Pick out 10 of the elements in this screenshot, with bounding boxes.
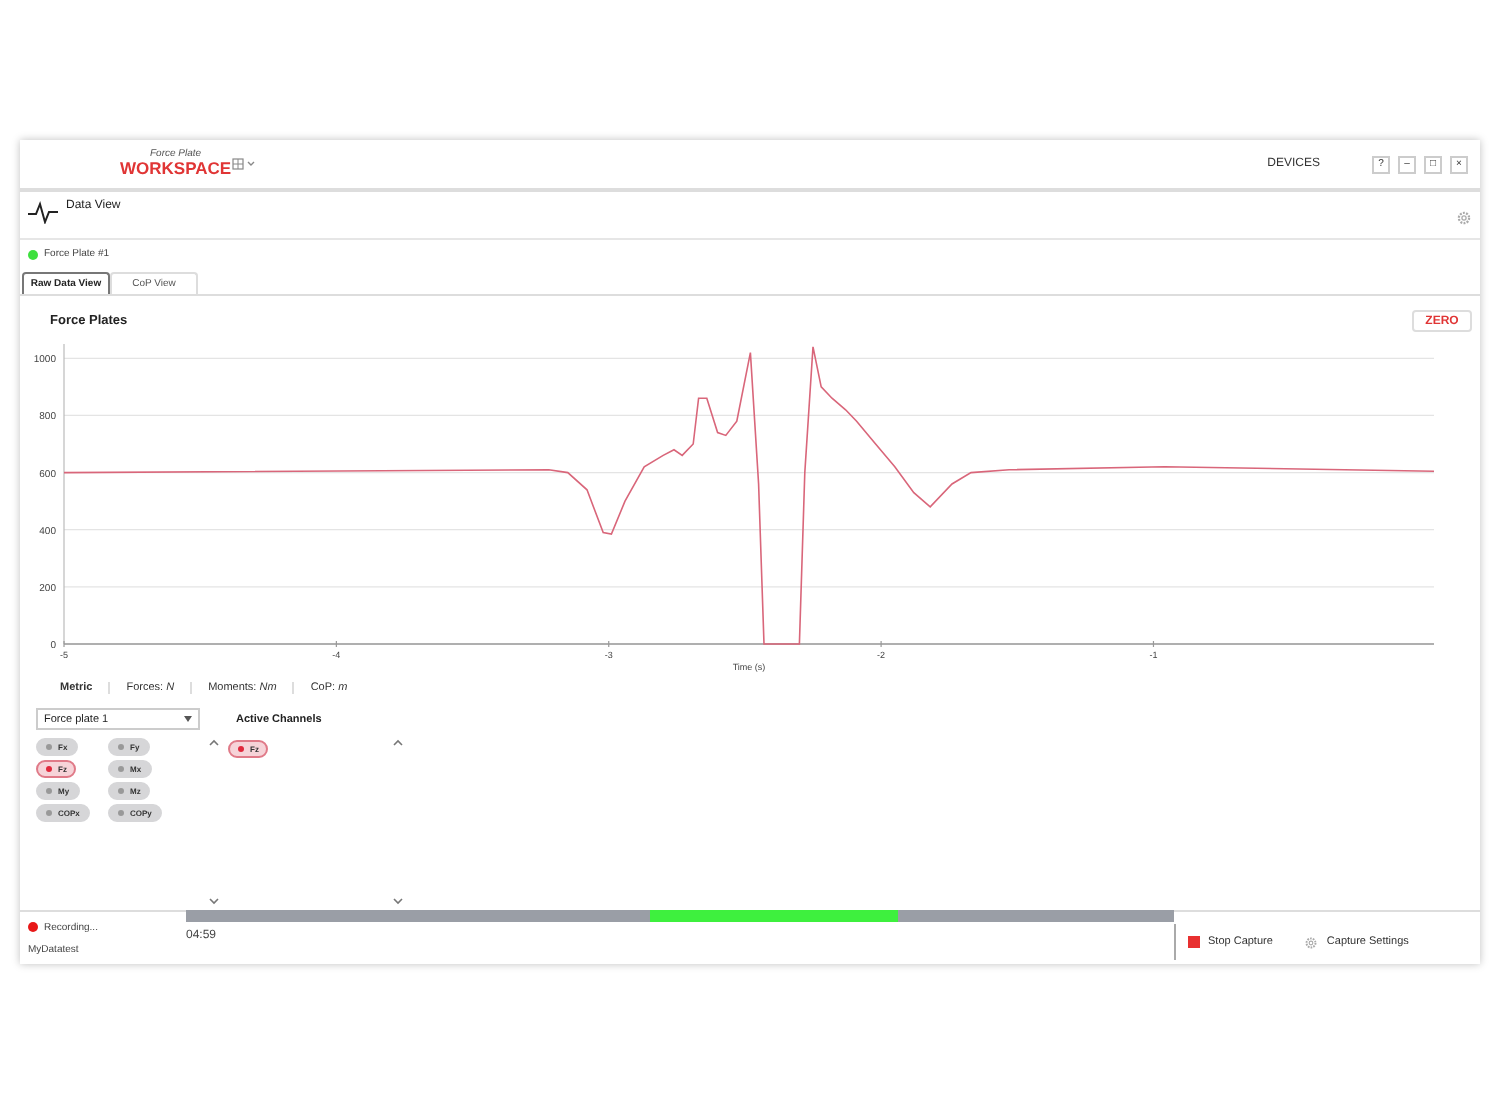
dropdown-caret-icon[interactable]: [184, 716, 192, 722]
waveform-icon: [28, 200, 58, 224]
chevron-up-icon[interactable]: [208, 738, 220, 748]
settings-icon[interactable]: [1456, 210, 1472, 226]
settings-icon[interactable]: [1304, 935, 1319, 949]
chevron-up-icon[interactable]: [392, 738, 404, 748]
recording-dot: [28, 922, 38, 932]
chevron-down-icon[interactable]: [208, 896, 220, 906]
grid-dropdown-icon[interactable]: [231, 158, 258, 170]
chevron-down-icon[interactable]: [392, 896, 404, 906]
